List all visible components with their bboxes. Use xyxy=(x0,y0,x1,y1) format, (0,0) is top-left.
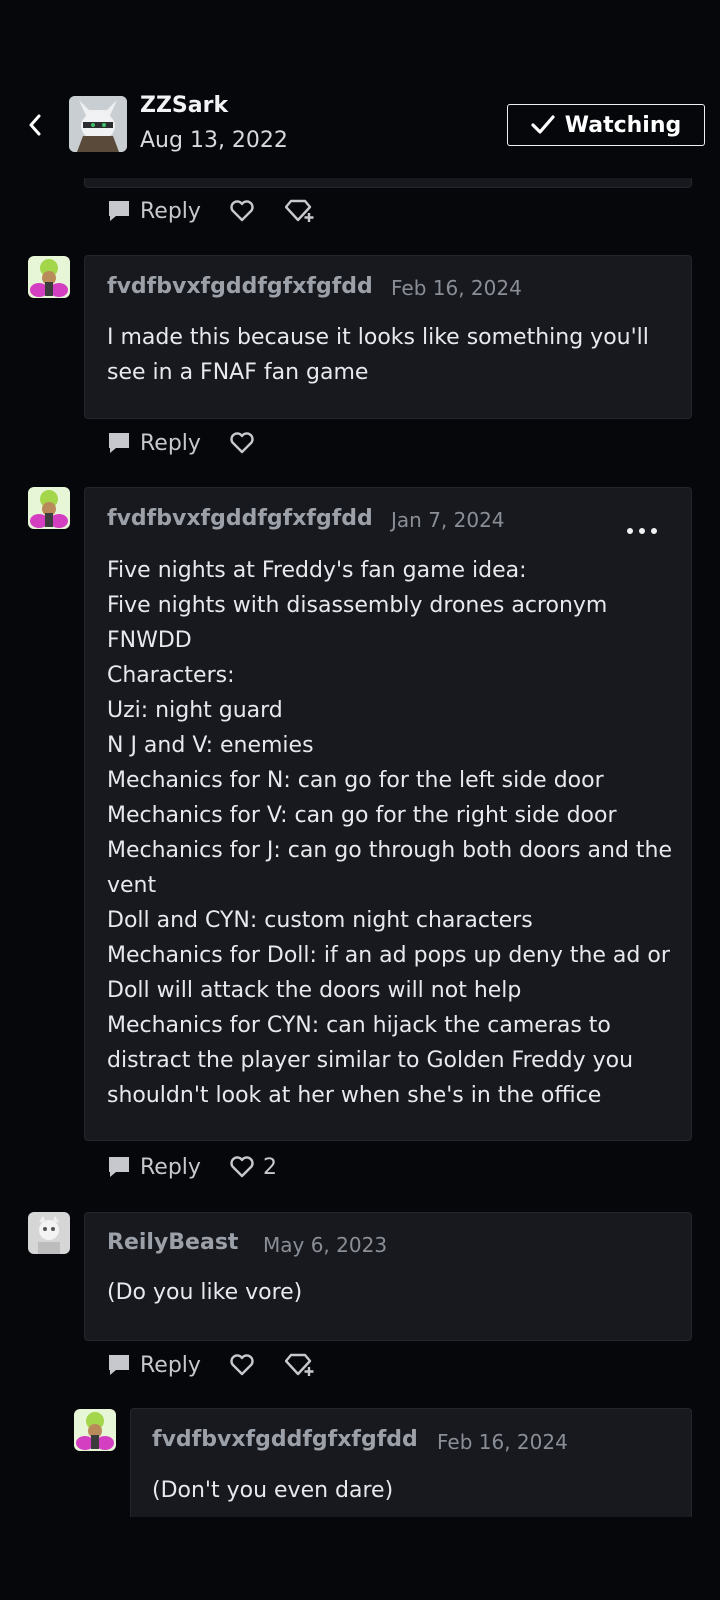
comment-actions: Reply xyxy=(106,425,255,461)
back-button[interactable] xyxy=(20,105,50,145)
comment-text: Five nights at Freddy's fan game idea: F… xyxy=(107,558,673,1108)
give-award-button[interactable] xyxy=(284,198,315,224)
reply-label: Reply xyxy=(140,430,201,456)
heart-icon xyxy=(230,200,254,222)
heart-icon xyxy=(230,432,254,454)
like-button[interactable] xyxy=(229,199,255,223)
like-count: 2 xyxy=(262,1154,277,1180)
reply-card: fvdfbvxfgddfgfxfgfdd Feb 16, 2024 (Don't… xyxy=(130,1408,692,1518)
comment-username[interactable]: ReilyBeast xyxy=(107,1230,238,1255)
comment-actions: Reply xyxy=(106,1347,315,1383)
watching-button[interactable]: Watching xyxy=(507,104,705,146)
check-icon xyxy=(531,115,555,134)
comment-date: May 6, 2023 xyxy=(263,1233,388,1257)
author-date: Aug 13, 2022 xyxy=(140,128,288,153)
author-name[interactable]: ZZSark xyxy=(140,93,228,118)
comment-card: fvdfbvxfgddfgfxfgfdd Jan 7, 2024 Five ni… xyxy=(84,487,692,1141)
reply-button[interactable]: Reply xyxy=(106,1154,201,1180)
reply-label: Reply xyxy=(140,1352,201,1378)
comment-text: (Don't you even dare) xyxy=(152,1478,394,1503)
commenter-avatar[interactable] xyxy=(28,256,70,298)
more-options-button[interactable] xyxy=(624,520,660,542)
commenter-avatar[interactable] xyxy=(28,1212,70,1254)
more-dot-icon xyxy=(651,528,657,534)
badge-plus-icon xyxy=(284,1353,314,1376)
comment-card: fvdfbvxfgddfgfxfgfdd Feb 16, 2024 I made… xyxy=(84,255,692,419)
comment-date: Feb 16, 2024 xyxy=(437,1430,568,1454)
reply-label: Reply xyxy=(140,1154,201,1180)
comment-actions-previous: Reply xyxy=(106,193,315,229)
reply-button[interactable]: Reply xyxy=(106,198,201,224)
more-dot-icon xyxy=(627,528,633,534)
reply-icon xyxy=(109,433,129,453)
author-avatar[interactable] xyxy=(69,96,127,152)
give-award-button[interactable] xyxy=(284,1352,315,1378)
heart-icon xyxy=(230,1354,254,1376)
like-button[interactable] xyxy=(229,1353,255,1377)
reply-icon xyxy=(109,1157,129,1177)
bottom-mask xyxy=(0,1517,720,1600)
reply-label: Reply xyxy=(140,198,201,224)
comment-actions: Reply 2 xyxy=(106,1149,277,1185)
reply-button[interactable]: Reply xyxy=(106,430,201,456)
commenter-avatar[interactable] xyxy=(28,487,70,529)
comment-text: I made this because it looks like someth… xyxy=(107,325,649,385)
badge-plus-icon xyxy=(284,199,314,222)
like-button[interactable] xyxy=(229,431,255,455)
reply-icon xyxy=(109,201,129,221)
reply-button[interactable]: Reply xyxy=(106,1352,201,1378)
reply-icon xyxy=(109,1355,129,1375)
watching-label: Watching xyxy=(564,112,682,138)
heart-icon xyxy=(230,1156,254,1178)
comment-username[interactable]: fvdfbvxfgddfgfxfgfdd xyxy=(152,1427,418,1452)
comment-text: (Do you like vore) xyxy=(107,1280,303,1305)
top-bar: ZZSark Aug 13, 2022 Watching xyxy=(0,0,720,178)
comment-card: ReilyBeast May 6, 2023 (Do you like vore… xyxy=(84,1212,692,1341)
comment-date: Jan 7, 2024 xyxy=(391,508,505,532)
comment-date: Feb 16, 2024 xyxy=(391,276,522,300)
like-button[interactable]: 2 xyxy=(229,1155,277,1180)
more-dot-icon xyxy=(639,528,645,534)
comment-username[interactable]: fvdfbvxfgddfgfxfgfdd xyxy=(107,506,373,531)
comment-username[interactable]: fvdfbvxfgddfgfxfgfdd xyxy=(107,274,373,299)
commenter-avatar[interactable] xyxy=(74,1409,116,1451)
chevron-left-icon xyxy=(29,114,41,136)
